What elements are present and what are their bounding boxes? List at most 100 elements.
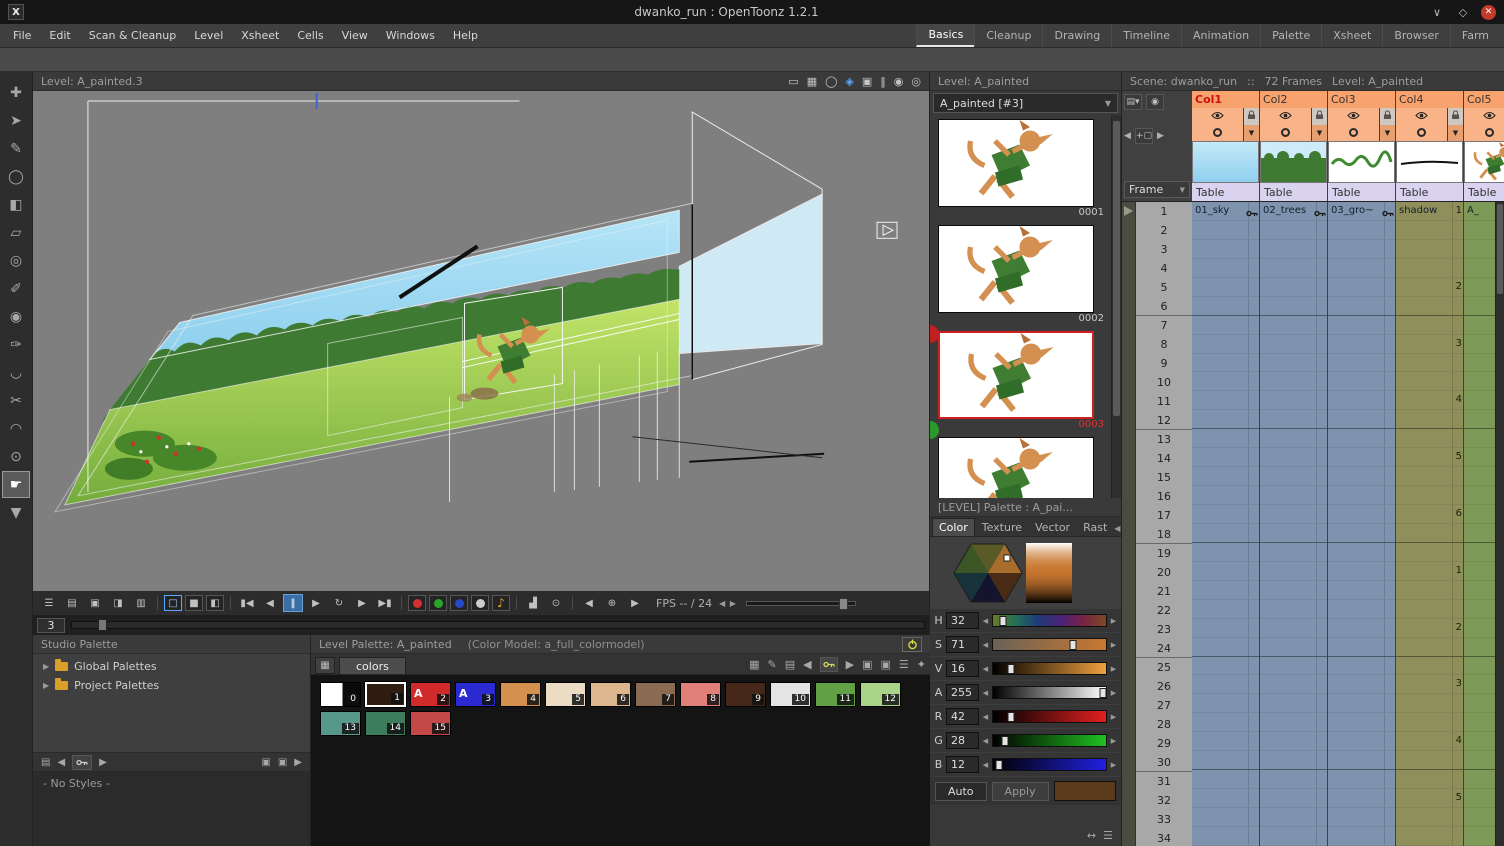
row-number[interactable]: 12 [1136,411,1192,430]
xsheet-cell[interactable] [1464,221,1495,240]
xsheet-cell[interactable] [1328,770,1395,789]
render-visible-toggle[interactable] [1464,125,1504,141]
xsheet-cell[interactable] [1192,600,1259,619]
xsheet-cell[interactable]: 01_sky [1192,202,1259,221]
xsheet-cell[interactable] [1192,713,1259,732]
row-number[interactable]: 26 [1136,677,1192,696]
row-number[interactable]: 3 [1136,240,1192,259]
xsheet-cell[interactable] [1192,486,1259,505]
xsheet-cell[interactable] [1396,316,1463,335]
xsheet-cell[interactable] [1260,505,1327,524]
prev-style-icon[interactable]: ◀ [57,757,65,768]
xsheet-cell[interactable] [1260,789,1327,808]
row-number[interactable]: 14 [1136,449,1192,468]
menu-help[interactable]: Help [444,26,487,45]
lock-toggle[interactable] [1244,108,1259,125]
row-number[interactable]: 31 [1136,772,1192,791]
xsheet-cell[interactable] [1396,429,1463,448]
row-number[interactable]: 11 [1136,392,1192,411]
row-number[interactable]: 32 [1136,791,1192,810]
channel-value-field[interactable]: 42 [946,708,979,725]
menu-file[interactable]: File [4,26,40,45]
xsheet-cell[interactable] [1260,808,1327,827]
xsheet-cell[interactable] [1260,562,1327,581]
xsheet-cell[interactable] [1260,675,1327,694]
render-visible-toggle[interactable] [1396,125,1447,141]
xsheet-cell[interactable] [1464,827,1495,846]
column-thumbnail[interactable] [1192,141,1259,184]
save-image-icon[interactable]: ▤ [62,594,82,612]
xsheet-cell[interactable] [1192,751,1259,770]
prev-key-icon[interactable]: ◀ [579,594,599,612]
fill-tool[interactable]: ◧ [3,192,29,217]
column-name[interactable]: Col5 [1464,91,1504,108]
style-swatch[interactable]: 6 [590,682,631,707]
palette-gizmo-icon[interactable]: ▣ [881,658,891,671]
channel-value-field[interactable]: 71 [946,636,979,653]
xsheet-cell[interactable] [1328,448,1395,467]
list-view-icon[interactable]: ☰ [1103,829,1113,842]
xsheet-cell[interactable] [1260,524,1327,543]
xsheet-cell[interactable] [1396,751,1463,770]
channel-slider-track[interactable] [992,758,1107,771]
shade-button[interactable]: ∨ [1429,6,1445,19]
row-number[interactable]: 29 [1136,734,1192,753]
column-table-label[interactable]: Table [1192,183,1259,201]
column-thumbnail[interactable] [1396,141,1463,184]
xsheet-cell[interactable] [1260,827,1327,846]
style-swatch[interactable]: 1 [365,682,406,707]
xsheet-cell[interactable] [1328,467,1395,486]
row-number[interactable]: 22 [1136,601,1192,620]
xsheet-cell[interactable] [1192,524,1259,543]
xsheet-cell[interactable] [1328,240,1395,259]
slider-increment-icon[interactable]: ▶ [1109,737,1118,745]
pause-button[interactable]: ‖ [283,594,303,612]
xsheet-cell[interactable] [1328,335,1395,354]
xsheet-cell[interactable] [1260,657,1327,676]
style-swatch[interactable]: 14 [365,711,406,736]
eraser-tool[interactable]: ▱ [3,220,29,245]
palette-chest-icon[interactable]: ▣ [261,757,270,768]
xsheet-cell[interactable] [1396,297,1463,316]
row-number[interactable]: 4 [1136,259,1192,278]
frame-thumbnail[interactable] [938,437,1094,498]
slider-decrement-icon[interactable]: ◀ [981,665,990,673]
expand-panel-icon[interactable]: ▶ [294,757,302,768]
xsheet-cell[interactable] [1260,316,1327,335]
hand-tool[interactable]: ☛ [3,472,29,497]
column-thumbnail[interactable] [1260,141,1327,184]
blue-channel-button[interactable] [450,595,468,611]
xsheet-cell[interactable] [1328,391,1395,410]
save-palette-icon[interactable]: ▤ [41,757,50,768]
row-number[interactable]: 20 [1136,563,1192,582]
xsheet-cell[interactable] [1396,770,1463,789]
xsheet-cell[interactable] [1192,448,1259,467]
xsheet-cell[interactable] [1192,732,1259,751]
xsheet-cell[interactable] [1464,600,1495,619]
xsheet-cell[interactable] [1464,486,1495,505]
preview-icon[interactable]: ◉ [894,75,904,88]
xsheet-cell[interactable] [1192,543,1259,562]
xsheet-cell[interactable] [1192,297,1259,316]
xsheet-cell[interactable] [1396,486,1463,505]
menu-edit[interactable]: Edit [40,26,79,45]
xsheet-scrollbar[interactable] [1495,202,1504,846]
xsheet-cell[interactable] [1260,694,1327,713]
palette-panel-title-bar[interactable]: [LEVEL] Palette : A_pai... [930,498,1121,517]
row-number[interactable]: 23 [1136,620,1192,639]
close-button[interactable]: ✕ [1481,5,1496,20]
name-editor-icon[interactable]: ✎ [768,658,777,671]
sub-camera-preview-icon[interactable]: ◎ [911,75,921,88]
xsheet-cell[interactable] [1328,221,1395,240]
compare-toggle-icon[interactable]: ↔ [1087,829,1096,842]
xsheet-cell[interactable] [1464,372,1495,391]
channel-slider-handle[interactable] [1099,688,1106,698]
xsheet-cell[interactable] [1396,524,1463,543]
xsheet-cell[interactable] [1192,657,1259,676]
xsheet-cell[interactable] [1260,448,1327,467]
palette-folder-project-palettes[interactable]: ▶Project Palettes [33,676,310,695]
room-tab-animation[interactable]: Animation [1181,24,1260,47]
xsheet-cell[interactable]: 1 [1396,562,1463,581]
xsheet-cell[interactable] [1464,657,1495,676]
column-thumbnail[interactable] [1328,141,1395,184]
